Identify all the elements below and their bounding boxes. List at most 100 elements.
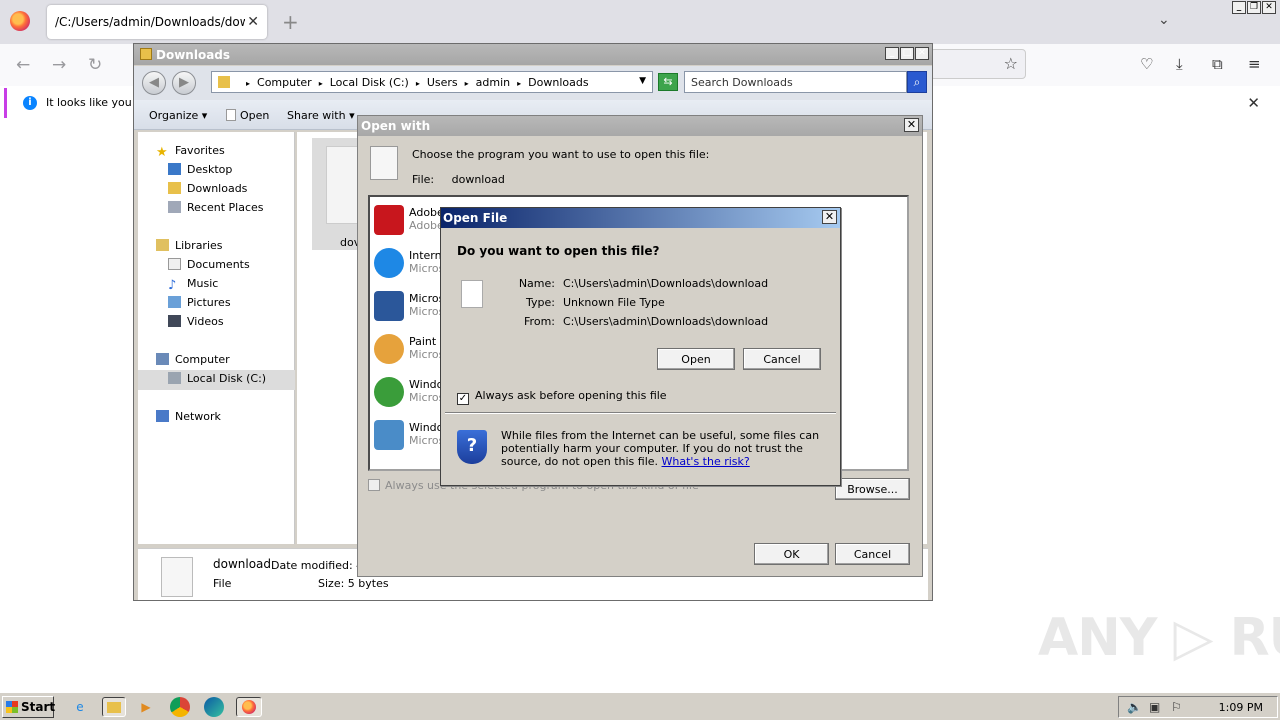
open-file-title-bar[interactable]: Open File ✕: [441, 208, 840, 228]
address-area: ◀ ▶ ▸ Computer ▸ Local Disk (C:) ▸ Users…: [134, 66, 932, 100]
always-ask-label: Always ask before opening this file: [475, 389, 667, 402]
search-input[interactable]: Search Downloads: [684, 71, 907, 93]
search-icon[interactable]: ⌕: [907, 71, 927, 93]
chrome-icon[interactable]: [170, 697, 190, 717]
notification-close-icon[interactable]: ✕: [1247, 94, 1260, 112]
cancel-button[interactable]: Cancel: [835, 543, 910, 565]
documents-icon: [168, 258, 181, 270]
bookmark-star-icon[interactable]: ☆: [1004, 54, 1018, 73]
security-warning: While files from the Internet can be use…: [501, 429, 831, 468]
breadcrumb-item[interactable]: Local Disk (C:): [330, 76, 409, 89]
restore-icon[interactable]: ❐: [1247, 1, 1261, 14]
downloads-icon[interactable]: ⤓: [1176, 55, 1183, 73]
organize-button[interactable]: Organize ▾: [149, 109, 207, 122]
folder-icon: [107, 702, 121, 713]
nav-network[interactable]: Network: [156, 410, 221, 423]
minimize-icon[interactable]: _: [885, 47, 899, 60]
breadcrumb-item[interactable]: Downloads: [528, 76, 588, 89]
nav-label: Computer: [175, 353, 230, 366]
chevron-down-icon[interactable]: ▼: [639, 76, 646, 86]
program-name: Adobe: [409, 206, 444, 219]
media-player-icon[interactable]: ▶: [136, 697, 156, 717]
clock[interactable]: 1:09 PM: [1219, 701, 1263, 714]
system-tray: 🔈 ▣ ⚐ 1:09 PM: [1118, 696, 1278, 718]
nav-libraries[interactable]: Libraries: [156, 239, 223, 252]
breadcrumb-item[interactable]: Users: [427, 76, 458, 89]
tab-title: /C:/Users/admin/Downloads/download: [55, 15, 245, 29]
browser-window-controls: _ ❐ ✕: [1232, 1, 1276, 14]
nav-favorites[interactable]: ★ Favorites: [156, 144, 225, 159]
pocket-icon[interactable]: ♡: [1140, 55, 1153, 73]
back-button[interactable]: ◀: [142, 71, 166, 95]
list-all-tabs-icon[interactable]: ⌄: [1158, 12, 1170, 28]
minimize-icon[interactable]: _: [1232, 1, 1246, 14]
open-with-title-bar[interactable]: Open with ✕: [358, 116, 922, 136]
details-date-modified: Date modified: 4/: [271, 559, 367, 572]
forward-button[interactable]: ▶: [172, 71, 196, 95]
navigation-pane: ★ Favorites Desktop Downloads Recent Plac…: [138, 132, 295, 544]
cancel-button[interactable]: Cancel: [743, 348, 821, 370]
internet-explorer-icon[interactable]: e: [70, 697, 90, 717]
close-icon[interactable]: ✕: [822, 210, 837, 224]
breadcrumb-item[interactable]: Computer: [257, 76, 312, 89]
document-icon: [226, 109, 236, 121]
close-icon[interactable]: ✕: [904, 118, 919, 132]
nav-computer[interactable]: Computer: [156, 353, 230, 366]
nav-music[interactable]: ♪ Music: [168, 277, 218, 292]
explorer-title: Downloads: [156, 48, 231, 62]
details-file-type: File: [213, 577, 232, 590]
nav-label: Local Disk (C:): [187, 372, 267, 385]
ok-button[interactable]: OK: [754, 543, 829, 565]
share-with-button[interactable]: Share with ▾: [287, 109, 355, 122]
browser-tab[interactable]: /C:/Users/admin/Downloads/download ✕: [47, 5, 267, 39]
maximize-icon[interactable]: □: [900, 47, 914, 60]
explorer-title-bar[interactable]: Downloads _ □ ✕: [134, 44, 932, 65]
program-name: Paint: [409, 335, 437, 348]
nav-videos[interactable]: Videos: [168, 315, 224, 328]
anyrun-watermark: ANY ▷ RUN: [1038, 608, 1280, 668]
word-icon: [374, 291, 404, 321]
open-with-prompt: Choose the program you want to use to op…: [412, 148, 710, 161]
folder-icon: [140, 48, 152, 60]
downloads-folder-icon: [168, 182, 181, 194]
nav-recent-places[interactable]: Recent Places: [168, 201, 264, 214]
open-button[interactable]: Open: [226, 109, 269, 122]
browse-button[interactable]: Browse...: [835, 478, 910, 500]
extensions-icon[interactable]: ⧉: [1212, 55, 1223, 73]
tab-close-icon[interactable]: ✕: [247, 14, 259, 30]
nav-documents[interactable]: Documents: [168, 258, 250, 271]
firefox-logo-icon: [10, 11, 30, 31]
nav-label: Libraries: [175, 239, 223, 252]
reload-icon[interactable]: ↻: [88, 55, 102, 75]
whats-the-risk-link[interactable]: What's the risk?: [662, 455, 750, 468]
start-button[interactable]: Start: [2, 696, 55, 718]
file-search-icon: [370, 146, 398, 180]
nav-downloads[interactable]: Downloads: [168, 182, 247, 195]
close-window-icon[interactable]: ✕: [915, 47, 929, 60]
url-bar[interactable]: ☆: [930, 49, 1026, 79]
file-item[interactable]: dov: [312, 138, 362, 250]
always-ask-checkbox[interactable]: ✓ Always ask before opening this file: [457, 389, 667, 405]
nav-desktop[interactable]: Desktop: [168, 163, 232, 176]
forward-icon[interactable]: →: [52, 55, 66, 75]
edge-icon[interactable]: [204, 697, 224, 717]
explorer-taskbar-icon[interactable]: [102, 697, 126, 717]
back-icon[interactable]: ←: [16, 55, 30, 75]
windows-media-icon: [374, 377, 404, 407]
menu-icon[interactable]: ≡: [1248, 55, 1261, 73]
refresh-icon[interactable]: ⇆: [658, 73, 678, 91]
open-button[interactable]: Open: [657, 348, 735, 370]
open-with-title: Open with: [361, 119, 431, 133]
nav-label: Pictures: [187, 296, 231, 309]
nav-label: Desktop: [187, 163, 233, 176]
firefox-taskbar-icon[interactable]: [236, 697, 262, 717]
new-tab-button[interactable]: +: [282, 10, 299, 34]
nav-local-disk[interactable]: Local Disk (C:): [168, 372, 266, 385]
breadcrumb-item[interactable]: admin: [476, 76, 510, 89]
volume-icon[interactable]: 🔈: [1127, 700, 1142, 714]
network-tray-icon[interactable]: ▣: [1149, 700, 1160, 714]
nav-pictures[interactable]: Pictures: [168, 296, 231, 309]
close-window-icon[interactable]: ✕: [1262, 1, 1276, 14]
address-bar[interactable]: ▸ Computer ▸ Local Disk (C:) ▸ Users ▸ a…: [211, 71, 653, 93]
action-center-flag-icon[interactable]: ⚐: [1171, 700, 1182, 714]
